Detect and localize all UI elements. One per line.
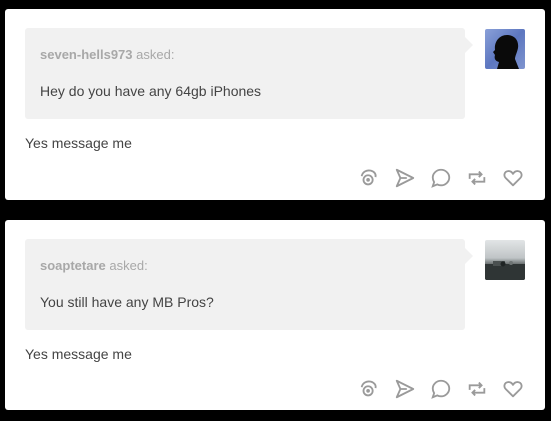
post-actions: [357, 377, 525, 401]
share-button[interactable]: [393, 377, 417, 401]
reblog-button[interactable]: [465, 377, 489, 401]
answer-text: Yes message me: [25, 135, 132, 151]
asker-avatar[interactable]: [485, 240, 525, 280]
share-icon: [395, 379, 415, 399]
share-icon: [395, 168, 415, 188]
asker-name-link[interactable]: seven-hells973: [40, 47, 133, 62]
like-icon: [503, 170, 523, 187]
reply-button[interactable]: [429, 166, 453, 190]
notes-button[interactable]: [357, 166, 381, 190]
asked-label: asked:: [109, 258, 148, 273]
like-icon: [503, 381, 523, 398]
post-actions: [357, 166, 525, 190]
silhouette-avatar-icon: [493, 35, 519, 69]
question-text: You still have any MB Pros?: [40, 294, 214, 310]
reply-icon: [431, 168, 451, 188]
question-text: Hey do you have any 64gb iPhones: [40, 83, 262, 99]
ask-post: soaptetare asked: You still have any MB …: [5, 220, 545, 410]
asker-name-link[interactable]: soaptetare: [40, 258, 106, 273]
ask-post: seven-hells973 asked: Hey do you have an…: [5, 9, 545, 200]
share-button[interactable]: [393, 166, 417, 190]
like-button[interactable]: [501, 166, 525, 190]
reply-icon: [431, 379, 451, 399]
asker-avatar[interactable]: [485, 29, 525, 69]
notes-icon: [360, 169, 377, 186]
ask-bubble: seven-hells973 asked: Hey do you have an…: [25, 28, 473, 119]
reblog-icon: [468, 381, 486, 397]
reply-button[interactable]: [429, 377, 453, 401]
reblog-button[interactable]: [465, 166, 489, 190]
notes-button[interactable]: [357, 377, 381, 401]
asker-line: soaptetare asked:: [40, 258, 148, 273]
landscape-avatar-icon: [485, 261, 525, 280]
asked-label: asked:: [136, 47, 175, 62]
notes-icon: [360, 380, 377, 397]
like-button[interactable]: [501, 377, 525, 401]
answer-text: Yes message me: [25, 346, 132, 362]
asker-line: seven-hells973 asked:: [40, 47, 174, 62]
reblog-icon: [468, 170, 486, 186]
ask-bubble: soaptetare asked: You still have any MB …: [25, 239, 473, 330]
